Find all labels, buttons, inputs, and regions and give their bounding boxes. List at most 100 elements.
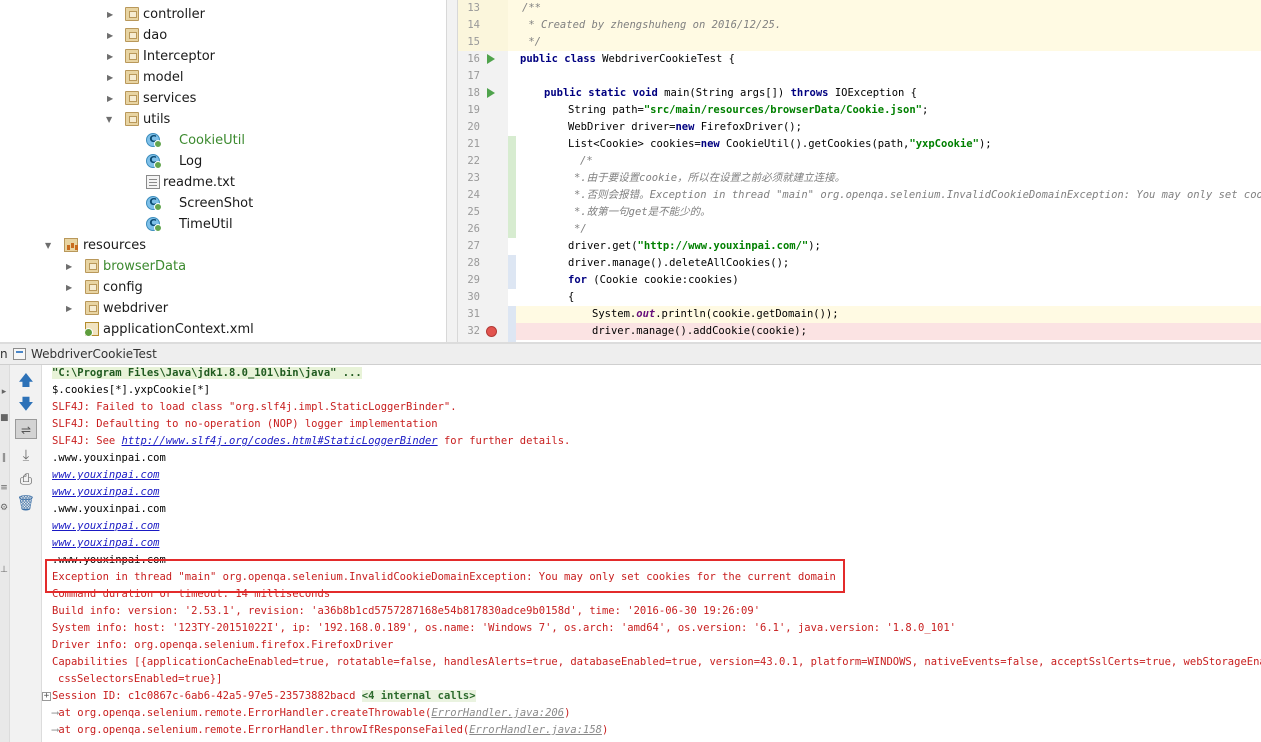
internal-calls-fold[interactable]: <4 internal calls>: [361, 690, 476, 702]
line-number: 29: [467, 274, 480, 286]
line-number: 17: [467, 70, 480, 82]
xml-file-icon: [84, 322, 99, 337]
tree-item-services[interactable]: services: [143, 88, 196, 109]
code-line-14: * Created by zhengshuheng on 2016/12/25.: [522, 19, 782, 31]
console-domain-link[interactable]: www.youxinpai.com: [52, 484, 159, 501]
collapse-arrow-icon[interactable]: ▼: [106, 109, 112, 130]
print-icon[interactable]: ⎙: [15, 469, 37, 489]
stack-frame-line: ⟶at org.openqa.selenium.remote.ErrorHand…: [52, 724, 609, 736]
tree-item-timeutil[interactable]: TimeUtil: [179, 214, 233, 235]
line-number: 18: [467, 87, 480, 99]
panel-divider[interactable]: [446, 0, 458, 342]
console-output[interactable]: "C:\Program Files\Java\jdk1.8.0_101\bin\…: [42, 365, 1261, 742]
line-number: 28: [467, 257, 480, 269]
line-number: 20: [467, 121, 480, 133]
line-number: 27: [467, 240, 480, 252]
package-folder-icon: [125, 7, 139, 21]
console-line: SLF4J: See http://www.slf4j.org/codes.ht…: [52, 435, 571, 447]
expand-arrow-icon[interactable]: ▶: [107, 88, 113, 109]
line-number: 30: [467, 291, 480, 303]
clear-all-icon[interactable]: 🗑: [15, 493, 37, 513]
code-line-18: public static void main(String args[]) t…: [544, 87, 918, 99]
code-line-19: String path="src/main/resources/browserD…: [568, 104, 929, 116]
java-class-icon: C: [146, 217, 162, 232]
tree-item-controller[interactable]: controller: [143, 4, 205, 25]
console-domain-link[interactable]: www.youxinpai.com: [52, 467, 159, 484]
tree-item-readme[interactable]: readme.txt: [163, 172, 235, 193]
tree-item-resources[interactable]: resources: [83, 235, 146, 256]
expand-arrow-icon[interactable]: ▶: [107, 25, 113, 46]
tree-item-screenshot[interactable]: ScreenShot: [179, 193, 253, 214]
line-number: 16: [467, 53, 480, 65]
line-number: 13: [467, 2, 480, 14]
tree-item-cookieutil[interactable]: CookieUtil: [179, 130, 245, 151]
expand-arrow-icon[interactable]: ▶: [66, 277, 72, 298]
breakpoint-icon[interactable]: [486, 326, 497, 337]
package-folder-icon: [125, 91, 139, 105]
project-tree: ▶ controller ▶ dao ▶ Interceptor ▶ model…: [0, 0, 446, 342]
java-class-icon: C: [146, 154, 162, 169]
package-folder-icon: [125, 49, 139, 63]
code-line-25: *.故第一句get是不能少的。: [574, 206, 711, 218]
tree-item-log[interactable]: Log: [179, 151, 202, 172]
tree-item-config[interactable]: config: [103, 277, 143, 298]
tree-item-utils[interactable]: utils: [143, 109, 170, 130]
tree-item-model[interactable]: model: [143, 67, 183, 88]
rerun-icon[interactable]: ▸: [0, 387, 8, 397]
scroll-up-icon[interactable]: 🡅: [15, 370, 37, 390]
line-number: 15: [467, 36, 480, 48]
package-folder-icon: [125, 28, 139, 42]
code-line-31: System.out.println(cookie.getDomain());: [592, 308, 839, 320]
expand-arrow-icon[interactable]: ▶: [107, 4, 113, 25]
stack-frame-line: ⟶at org.openqa.selenium.remote.ErrorHand…: [52, 707, 571, 719]
stack-frame-link[interactable]: ErrorHandler.java:206: [431, 707, 564, 719]
console-line: Driver info: org.openqa.selenium.firefox…: [52, 639, 394, 651]
stop-icon[interactable]: ■: [0, 413, 9, 423]
line-number: 22: [467, 155, 480, 167]
console-domain-link[interactable]: www.youxinpai.com: [52, 535, 159, 552]
code-line-20: WebDriver driver=new FirefoxDriver();: [568, 121, 802, 133]
stack-frame-link[interactable]: ErrorHandler.java:158: [469, 724, 602, 736]
soft-wrap-icon[interactable]: ⇌: [15, 419, 37, 439]
expand-frames-icon[interactable]: +: [42, 692, 51, 701]
run-toolbar: ▸ ■ ‖ ≡ ⚙ ⊥ 🡅 🡇 ⇌ ⤓ ⎙ 🗑: [0, 365, 42, 742]
pause-icon[interactable]: ‖: [0, 453, 8, 463]
line-number: 19: [467, 104, 480, 116]
code-line-26: */: [574, 223, 587, 235]
collapse-arrow-icon[interactable]: ▼: [45, 235, 51, 256]
line-number: 25: [467, 206, 480, 218]
scroll-to-end-icon[interactable]: ⤓: [15, 445, 37, 465]
folder-icon: [85, 259, 99, 273]
code-line-28: driver.manage().deleteAllCookies();: [568, 257, 790, 269]
pin-icon[interactable]: ⊥: [0, 565, 8, 575]
line-number: 21: [467, 138, 480, 150]
console-line: $.cookies[*].yxpCookie[*]: [52, 384, 211, 396]
resources-folder-icon: [64, 238, 78, 252]
run-main-icon[interactable]: [487, 88, 495, 98]
code-editor[interactable]: /** * Created by zhengshuheng on 2016/12…: [508, 0, 1261, 342]
dump-icon[interactable]: ≡: [0, 483, 8, 493]
expand-arrow-icon[interactable]: ▶: [66, 256, 72, 277]
run-tab-webdrivercookietest[interactable]: WebdriverCookieTest: [31, 344, 157, 364]
tree-item-interceptor[interactable]: Interceptor: [143, 46, 215, 67]
java-class-icon: C: [146, 133, 162, 148]
slf4j-link[interactable]: http://www.slf4j.org/codes.html#StaticLo…: [122, 435, 438, 447]
expand-arrow-icon[interactable]: ▶: [107, 67, 113, 88]
expand-arrow-icon[interactable]: ▶: [66, 298, 72, 319]
code-line-32: driver.manage().addCookie(cookie);: [592, 325, 807, 337]
code-line-29: for (Cookie cookie:cookies): [568, 274, 739, 286]
console-domain-link[interactable]: www.youxinpai.com: [52, 518, 159, 535]
java-class-icon: C: [146, 196, 162, 211]
expand-arrow-icon[interactable]: ▶: [107, 46, 113, 67]
run-class-icon[interactable]: [487, 54, 495, 64]
run-label-prefix: n: [0, 347, 8, 361]
tree-item-browserdata[interactable]: browserData: [103, 256, 186, 277]
tree-item-webdriver[interactable]: webdriver: [103, 298, 168, 319]
line-number: 31: [467, 308, 480, 320]
tree-item-dao[interactable]: dao: [143, 25, 167, 46]
settings-icon[interactable]: ⚙: [0, 503, 8, 513]
tree-item-applicationcontext[interactable]: applicationContext.xml: [103, 319, 254, 340]
scroll-down-icon[interactable]: 🡇: [15, 394, 37, 414]
text-file-icon: [146, 175, 160, 189]
console-line: SLF4J: Defaulting to no-operation (NOP) …: [52, 418, 438, 430]
